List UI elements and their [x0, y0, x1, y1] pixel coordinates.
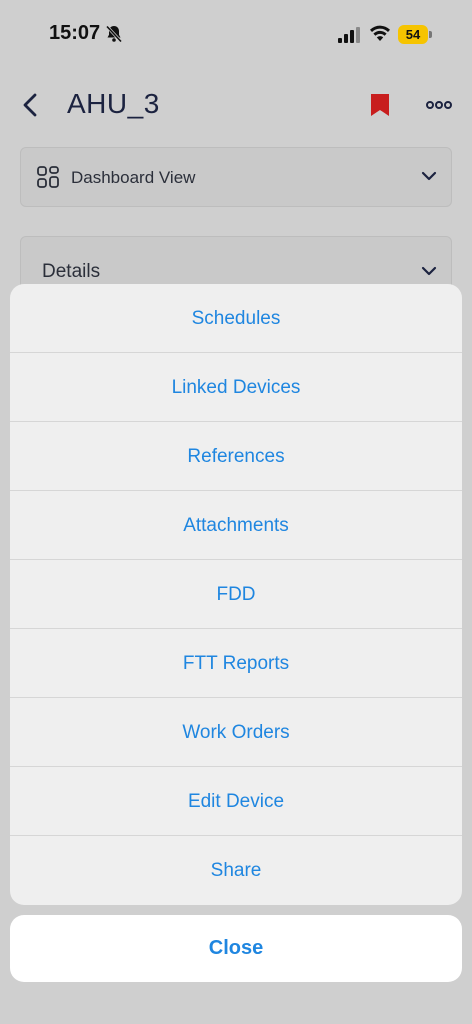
page-title: AHU_3 — [67, 88, 160, 119]
wifi-icon — [370, 25, 390, 41]
header-bar: AHU_3 — [0, 80, 472, 130]
action-schedules[interactable]: Schedules — [10, 284, 462, 353]
action-work-orders[interactable]: Work Orders — [10, 698, 462, 767]
battery-level: 54 — [405, 27, 421, 42]
dashboard-view-selector[interactable]: Dashboard View — [20, 147, 452, 207]
status-bar: 15:07 54 — [0, 0, 472, 70]
chevron-down-icon — [421, 171, 437, 181]
action-linked-devices[interactable]: Linked Devices — [10, 353, 462, 422]
bell-slash-icon — [105, 25, 123, 43]
action-references[interactable]: References — [10, 422, 462, 491]
bookmark-icon[interactable] — [370, 93, 390, 117]
battery-icon: 54 — [398, 25, 428, 44]
action-ftt-reports[interactable]: FTT Reports — [10, 629, 462, 698]
action-edit-device[interactable]: Edit Device — [10, 767, 462, 836]
action-share[interactable]: Share — [10, 836, 462, 905]
battery-tip — [429, 31, 432, 38]
action-fdd[interactable]: FDD — [10, 560, 462, 629]
dashboard-grid-icon — [37, 166, 59, 188]
back-arrow-icon[interactable] — [18, 91, 44, 119]
action-sheet: Schedules Linked Devices References Atta… — [10, 284, 462, 905]
signal-icon — [338, 27, 360, 43]
close-button[interactable]: Close — [10, 915, 462, 982]
status-time: 15:07 — [49, 22, 101, 44]
action-attachments[interactable]: Attachments — [10, 491, 462, 560]
dashboard-view-label: Dashboard View — [71, 168, 196, 187]
details-label: Details — [42, 261, 101, 282]
chevron-down-icon — [421, 266, 437, 276]
more-options-icon[interactable] — [426, 100, 452, 110]
